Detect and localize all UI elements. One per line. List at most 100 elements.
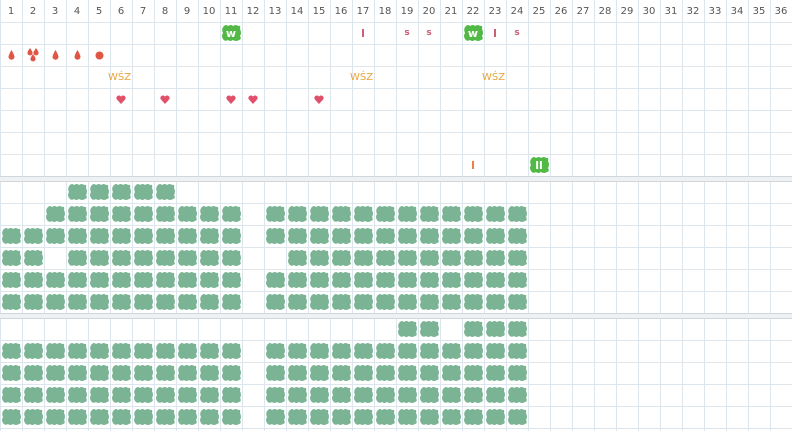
filled-cell[interactable] <box>111 386 131 404</box>
filled-cell[interactable] <box>1 364 21 382</box>
filled-cell[interactable] <box>67 408 87 426</box>
filled-cell[interactable] <box>23 342 43 360</box>
filled-cell[interactable] <box>155 386 175 404</box>
filled-cell[interactable] <box>89 227 109 245</box>
filled-cell[interactable] <box>463 249 483 267</box>
filled-cell[interactable] <box>507 386 527 404</box>
filled-cell[interactable] <box>485 364 505 382</box>
filled-cell[interactable] <box>89 386 109 404</box>
filled-cell[interactable] <box>441 386 461 404</box>
filled-cell[interactable] <box>111 205 131 223</box>
filled-cell[interactable] <box>89 205 109 223</box>
filled-cell[interactable] <box>463 227 483 245</box>
filled-cell[interactable] <box>287 249 307 267</box>
filled-cell[interactable] <box>45 205 65 223</box>
filled-cell[interactable] <box>375 249 395 267</box>
filled-cell[interactable] <box>397 227 417 245</box>
filled-cell[interactable] <box>199 249 219 267</box>
filled-cell[interactable] <box>155 271 175 289</box>
filled-cell[interactable] <box>331 386 351 404</box>
filled-cell[interactable] <box>265 271 285 289</box>
filled-cell[interactable] <box>111 408 131 426</box>
filled-cell[interactable] <box>507 271 527 289</box>
filled-cell[interactable] <box>507 342 527 360</box>
filled-cell[interactable] <box>309 227 329 245</box>
filled-cell[interactable] <box>441 205 461 223</box>
filled-cell[interactable] <box>199 386 219 404</box>
filled-cell[interactable] <box>353 227 373 245</box>
filled-cell[interactable] <box>221 227 241 245</box>
filled-cell[interactable] <box>331 293 351 311</box>
filled-cell[interactable] <box>441 342 461 360</box>
filled-cell[interactable] <box>353 205 373 223</box>
filled-cell[interactable] <box>265 227 285 245</box>
filled-cell[interactable] <box>309 205 329 223</box>
filled-cell[interactable] <box>133 342 153 360</box>
filled-cell[interactable] <box>265 408 285 426</box>
filled-cell[interactable] <box>23 227 43 245</box>
filled-cell[interactable] <box>309 386 329 404</box>
filled-cell[interactable] <box>463 364 483 382</box>
filled-cell[interactable] <box>309 342 329 360</box>
filled-cell[interactable] <box>45 386 65 404</box>
filled-cell[interactable] <box>397 293 417 311</box>
filled-cell[interactable] <box>375 364 395 382</box>
filled-cell[interactable] <box>353 408 373 426</box>
filled-cell[interactable] <box>45 364 65 382</box>
filled-cell[interactable] <box>111 342 131 360</box>
filled-cell[interactable] <box>133 293 153 311</box>
filled-cell[interactable] <box>221 205 241 223</box>
filled-cell[interactable] <box>221 408 241 426</box>
filled-cell[interactable] <box>463 293 483 311</box>
filled-cell[interactable] <box>89 408 109 426</box>
filled-cell[interactable] <box>45 227 65 245</box>
filled-cell[interactable] <box>265 386 285 404</box>
filled-cell[interactable] <box>155 342 175 360</box>
filled-cell[interactable] <box>133 183 153 201</box>
filled-cell[interactable] <box>353 249 373 267</box>
filled-cell[interactable] <box>1 293 21 311</box>
filled-cell[interactable] <box>287 386 307 404</box>
filled-cell[interactable] <box>1 408 21 426</box>
filled-cell[interactable] <box>287 293 307 311</box>
filled-cell[interactable] <box>111 183 131 201</box>
filled-cell[interactable] <box>375 342 395 360</box>
filled-cell[interactable] <box>221 249 241 267</box>
filled-cell[interactable] <box>221 271 241 289</box>
filled-cell[interactable] <box>177 364 197 382</box>
filled-cell[interactable] <box>463 386 483 404</box>
filled-cell[interactable] <box>441 271 461 289</box>
filled-cell[interactable] <box>23 293 43 311</box>
filled-cell[interactable] <box>331 408 351 426</box>
filled-cell[interactable] <box>265 342 285 360</box>
filled-cell[interactable] <box>397 271 417 289</box>
filled-cell[interactable] <box>67 293 87 311</box>
filled-cell[interactable] <box>485 205 505 223</box>
filled-cell[interactable] <box>199 205 219 223</box>
filled-cell[interactable] <box>419 364 439 382</box>
filled-cell[interactable] <box>155 227 175 245</box>
filled-cell[interactable] <box>221 293 241 311</box>
filled-cell[interactable] <box>419 249 439 267</box>
filled-cell[interactable] <box>309 249 329 267</box>
filled-cell[interactable] <box>133 271 153 289</box>
filled-cell[interactable] <box>441 249 461 267</box>
filled-cell[interactable] <box>1 342 21 360</box>
filled-cell[interactable] <box>375 386 395 404</box>
filled-cell[interactable] <box>463 271 483 289</box>
filled-cell[interactable] <box>441 293 461 311</box>
filled-cell[interactable] <box>199 364 219 382</box>
filled-cell[interactable] <box>287 271 307 289</box>
filled-cell[interactable] <box>67 227 87 245</box>
filled-cell[interactable] <box>397 364 417 382</box>
filled-cell[interactable] <box>155 408 175 426</box>
filled-cell[interactable] <box>155 183 175 201</box>
filled-cell[interactable] <box>23 408 43 426</box>
filled-cell[interactable] <box>111 293 131 311</box>
filled-cell[interactable] <box>45 293 65 311</box>
filled-cell[interactable] <box>111 271 131 289</box>
filled-cell[interactable] <box>1 271 21 289</box>
filled-cell[interactable] <box>155 205 175 223</box>
filled-cell[interactable] <box>89 183 109 201</box>
filled-cell[interactable] <box>23 271 43 289</box>
